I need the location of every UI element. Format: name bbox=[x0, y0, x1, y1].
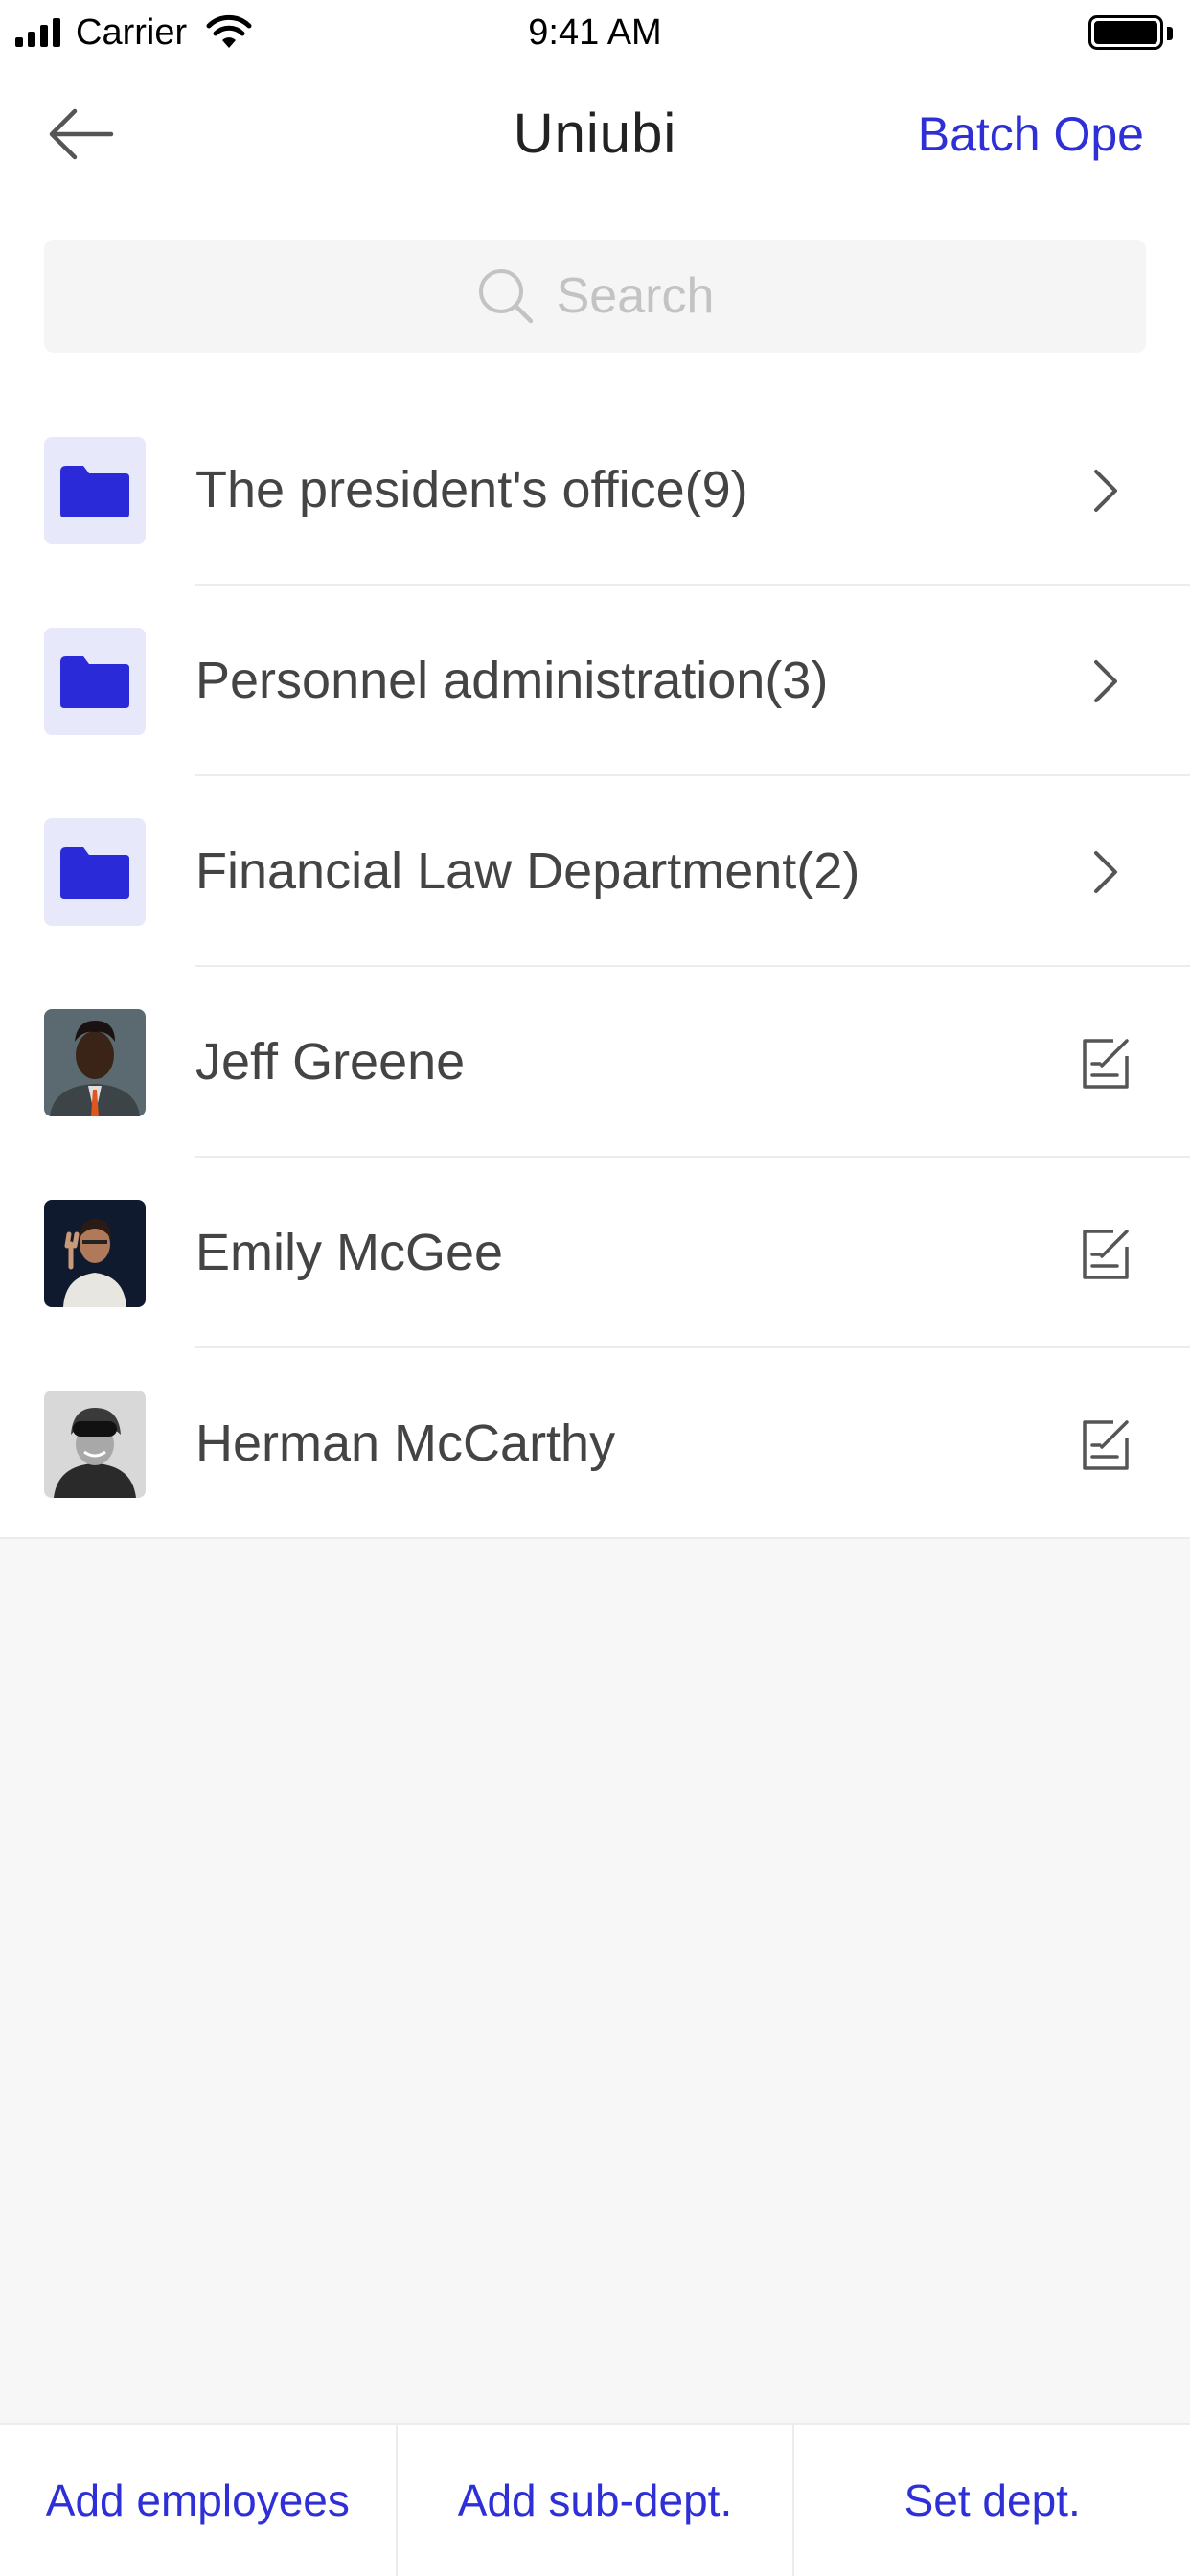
org-list: The president's office(9) Personnel admi… bbox=[0, 395, 1190, 1539]
department-row[interactable]: The president's office(9) bbox=[0, 395, 1190, 586]
chevron-right-icon bbox=[1069, 836, 1142, 908]
search-input[interactable]: Search bbox=[44, 240, 1146, 353]
employee-row[interactable]: Emily McGee bbox=[0, 1158, 1190, 1348]
employee-name: Emily McGee bbox=[195, 1224, 504, 1281]
battery-cap bbox=[1167, 27, 1173, 40]
batch-operation-button[interactable]: Batch Ope bbox=[918, 77, 1144, 192]
search-placeholder: Search bbox=[556, 268, 715, 324]
employee-name: Herman McCarthy bbox=[195, 1414, 616, 1472]
folder-icon bbox=[44, 628, 146, 735]
back-button[interactable] bbox=[42, 100, 119, 169]
add-employees-button[interactable]: Add employees bbox=[0, 2425, 396, 2576]
employee-name: Jeff Greene bbox=[195, 1033, 466, 1091]
edit-icon[interactable] bbox=[1069, 1217, 1142, 1290]
status-time: 9:41 AM bbox=[528, 12, 662, 53]
status-bar: Carrier 9:41 AM bbox=[0, 0, 1190, 63]
chevron-right-icon bbox=[1069, 454, 1142, 527]
employee-row[interactable]: Herman McCarthy bbox=[0, 1348, 1190, 1539]
set-dept-button[interactable]: Set dept. bbox=[792, 2425, 1190, 2576]
folder-icon bbox=[44, 437, 146, 544]
battery-icon bbox=[1088, 15, 1163, 50]
department-label: Financial Law Department(2) bbox=[195, 842, 860, 900]
edit-icon[interactable] bbox=[1069, 1026, 1142, 1099]
bottom-action-bar: Add employees Add sub-dept. Set dept. bbox=[0, 2423, 1190, 2576]
edit-icon[interactable] bbox=[1069, 1408, 1142, 1481]
search-icon bbox=[478, 269, 533, 324]
nav-bar: Uniubi Batch Ope bbox=[0, 77, 1190, 192]
avatar bbox=[44, 1009, 146, 1116]
add-sub-dept-button[interactable]: Add sub-dept. bbox=[395, 2425, 793, 2576]
department-label: Personnel administration(3) bbox=[195, 652, 829, 709]
chevron-right-icon bbox=[1069, 645, 1142, 718]
department-row[interactable]: Financial Law Department(2) bbox=[0, 776, 1190, 967]
avatar bbox=[44, 1200, 146, 1307]
employee-row[interactable]: Jeff Greene bbox=[0, 967, 1190, 1158]
back-arrow-icon bbox=[49, 108, 114, 160]
avatar bbox=[44, 1391, 146, 1498]
folder-icon bbox=[44, 818, 146, 926]
department-row[interactable]: Personnel administration(3) bbox=[0, 586, 1190, 776]
department-label: The president's office(9) bbox=[195, 461, 748, 518]
